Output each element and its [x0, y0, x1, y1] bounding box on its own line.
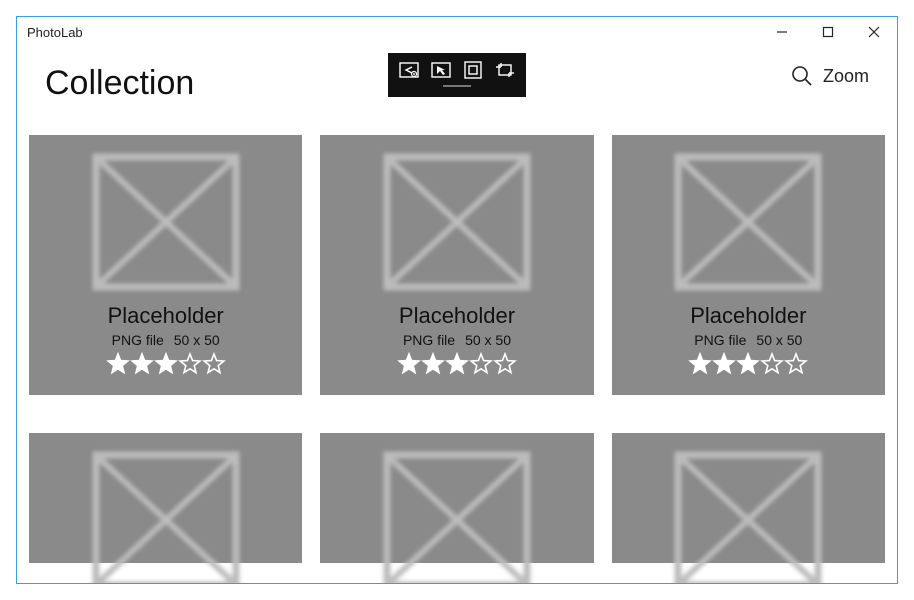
star-icon[interactable]: [784, 352, 808, 376]
rating[interactable]: [106, 352, 226, 376]
star-icon[interactable]: [688, 352, 712, 376]
pointer-icon[interactable]: [430, 59, 452, 81]
card-title: Placeholder: [108, 303, 224, 329]
image-card[interactable]: [29, 433, 302, 563]
star-icon[interactable]: [760, 352, 784, 376]
close-button[interactable]: [851, 17, 897, 47]
file-type: PNG file: [694, 332, 746, 348]
star-icon[interactable]: [736, 352, 760, 376]
debug-toolbar[interactable]: [388, 53, 526, 97]
window-title: PhotoLab: [27, 25, 83, 40]
thumbnail: [383, 153, 531, 291]
star-icon[interactable]: [154, 352, 178, 376]
dimensions: 50 x 50: [174, 332, 220, 348]
placeholder-icon: [674, 153, 822, 291]
page-title: Collection: [45, 64, 194, 103]
star-icon[interactable]: [178, 352, 202, 376]
star-icon[interactable]: [712, 352, 736, 376]
card-meta: PNG file 50 x 50: [694, 332, 802, 348]
close-icon: [868, 26, 880, 38]
image-card[interactable]: Placeholder PNG file 50 x 50: [320, 135, 593, 395]
thumbnail: [674, 451, 822, 583]
image-card[interactable]: [320, 433, 593, 563]
rating[interactable]: [397, 352, 517, 376]
minimize-button[interactable]: [759, 17, 805, 47]
gallery[interactable]: Placeholder PNG file 50 x 50 Placeholder…: [29, 135, 885, 583]
card-title: Placeholder: [399, 303, 515, 329]
zoom-label: Zoom: [823, 66, 869, 87]
toolbar-grip-icon[interactable]: [443, 85, 471, 87]
dimensions: 50 x 50: [465, 332, 511, 348]
card-meta: PNG file 50 x 50: [112, 332, 220, 348]
star-icon[interactable]: [106, 352, 130, 376]
placeholder-icon: [383, 451, 531, 583]
file-type: PNG file: [112, 332, 164, 348]
thumbnail: [92, 451, 240, 583]
thumbnail: [92, 153, 240, 291]
header: Collection: [17, 47, 897, 119]
star-icon[interactable]: [130, 352, 154, 376]
rating[interactable]: [688, 352, 808, 376]
star-icon[interactable]: [421, 352, 445, 376]
star-icon[interactable]: [397, 352, 421, 376]
star-icon[interactable]: [202, 352, 226, 376]
card-title: Placeholder: [690, 303, 806, 329]
placeholder-icon: [383, 153, 531, 291]
search-icon: [791, 65, 813, 87]
dimensions: 50 x 50: [756, 332, 802, 348]
star-icon[interactable]: [493, 352, 517, 376]
return-icon[interactable]: [398, 59, 420, 81]
maximize-icon: [822, 26, 834, 38]
window-controls: [759, 17, 897, 47]
placeholder-icon: [92, 153, 240, 291]
placeholder-icon: [92, 451, 240, 583]
thumbnail: [674, 153, 822, 291]
thumbnail: [383, 451, 531, 583]
file-type: PNG file: [403, 332, 455, 348]
app-window: PhotoLab Collection: [16, 16, 898, 584]
star-icon[interactable]: [445, 352, 469, 376]
zoom-button[interactable]: Zoom: [791, 65, 869, 87]
image-card[interactable]: Placeholder PNG file 50 x 50: [29, 135, 302, 395]
card-meta: PNG file 50 x 50: [403, 332, 511, 348]
star-icon[interactable]: [469, 352, 493, 376]
maximize-button[interactable]: [805, 17, 851, 47]
placeholder-icon: [674, 451, 822, 583]
titlebar: PhotoLab: [17, 17, 897, 47]
minimize-icon: [776, 26, 788, 38]
image-card[interactable]: Placeholder PNG file 50 x 50: [612, 135, 885, 395]
square-icon[interactable]: [462, 59, 484, 81]
crop-icon[interactable]: [494, 59, 516, 81]
image-card[interactable]: [612, 433, 885, 563]
